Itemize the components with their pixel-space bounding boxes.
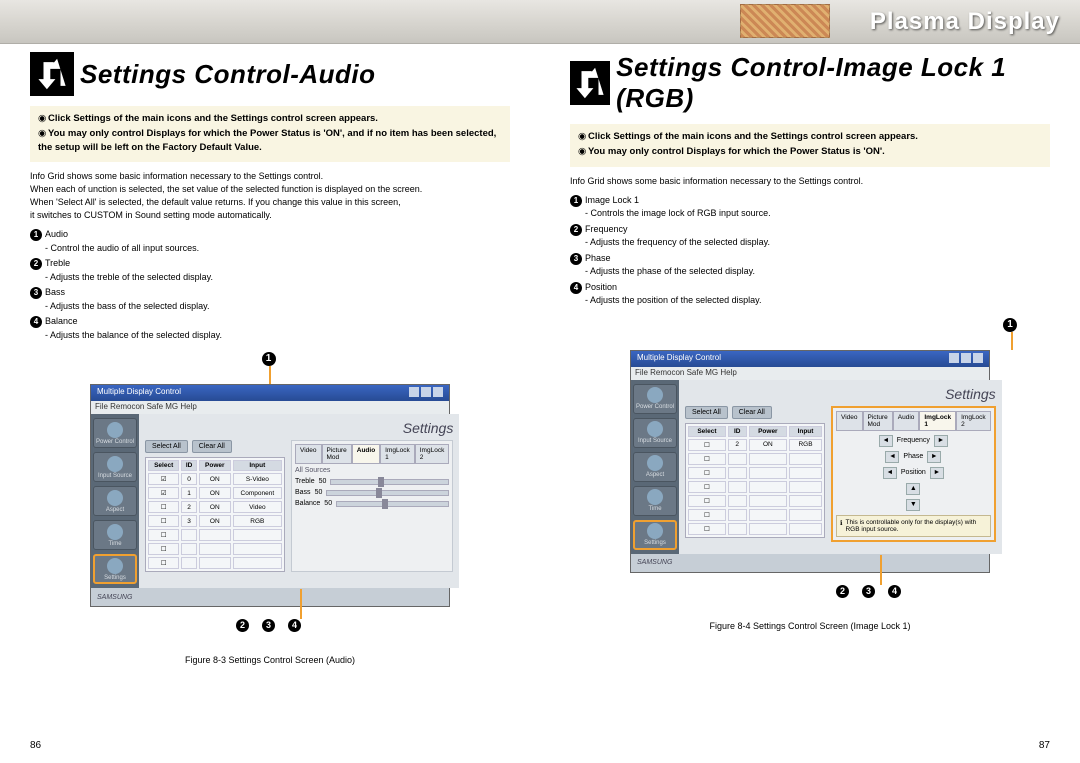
figure-caption-left: Figure 8-3 Settings Control Screen (Audi… bbox=[185, 655, 355, 665]
tabs[interactable]: Video Picture Mod Audio ImgLock 1 ImgLoc… bbox=[836, 411, 991, 431]
screenshot-audio: Multiple Display Control File Remocon Sa… bbox=[90, 384, 450, 607]
sidebar: Power Control Input Source Aspect Time S… bbox=[631, 380, 679, 554]
window-controls[interactable] bbox=[407, 387, 443, 399]
callout-2: 2 bbox=[836, 585, 849, 598]
callout-4: 4 bbox=[888, 585, 901, 598]
page-right: Settings Control-Image Lock 1 (RGB) ◉Cli… bbox=[540, 44, 1080, 763]
figure-caption-right: Figure 8-4 Settings Control Screen (Imag… bbox=[709, 621, 910, 631]
window-controls[interactable] bbox=[947, 353, 983, 365]
select-all-button[interactable]: Select All bbox=[685, 406, 728, 419]
page-number-left: 86 bbox=[30, 740, 41, 751]
tabs[interactable]: Video Picture Mod Audio ImgLock 1 ImgLoc… bbox=[295, 444, 449, 464]
table-row: ☑1ONComponent bbox=[148, 487, 282, 499]
sidebar-input[interactable]: Input Source bbox=[633, 418, 677, 448]
definition-list-right: 1Image Lock 1- Controls the image lock o… bbox=[570, 194, 1050, 310]
section-heading-left: Settings Control-Audio bbox=[80, 59, 376, 90]
section-heading-right: Settings Control-Image Lock 1 (RGB) bbox=[616, 52, 1050, 114]
menubar[interactable]: File Remocon Safe MG Help bbox=[91, 401, 449, 414]
info-message: ℹThis is controllable only for the displ… bbox=[836, 515, 991, 537]
table-row: ☑0ONS-Video bbox=[148, 473, 282, 485]
control-frequency[interactable]: ◄Frequency► bbox=[836, 435, 991, 447]
page-number-right: 87 bbox=[1039, 740, 1050, 751]
definition-list-left: 1Audio- Control the audio of all input s… bbox=[30, 228, 510, 344]
diagram-right: 1 Multiple Display Control File Remocon … bbox=[570, 318, 1050, 751]
diagram-left: 1 Multiple Display Control File Remocon … bbox=[30, 352, 510, 751]
sidebar-aspect[interactable]: Aspect bbox=[633, 452, 677, 482]
callout-4: 4 bbox=[288, 619, 301, 632]
note-box-right: ◉Click Settings of the main icons and th… bbox=[570, 124, 1050, 167]
note-box-left: ◉Click Settings of the main icons and th… bbox=[30, 106, 510, 162]
sidebar-input[interactable]: Input Source bbox=[93, 452, 137, 482]
settings-label: Settings bbox=[145, 420, 453, 436]
sidebar-time[interactable]: Time bbox=[93, 520, 137, 550]
sidebar-settings[interactable]: Settings bbox=[93, 554, 137, 584]
source-label: All Sources bbox=[295, 467, 449, 474]
control-phase[interactable]: ◄Phase► bbox=[836, 451, 991, 463]
sidebar-power[interactable]: Power Control bbox=[633, 384, 677, 414]
banner-decoration bbox=[740, 4, 830, 38]
grid-note-right: Info Grid shows some basic information n… bbox=[570, 175, 1050, 188]
callout-3: 3 bbox=[262, 619, 275, 632]
section-icon bbox=[30, 52, 74, 96]
clear-all-button[interactable]: Clear All bbox=[732, 406, 772, 419]
page-left: Settings Control-Audio ◉Click Settings o… bbox=[0, 44, 540, 763]
screenshot-imglock: Multiple Display Control File Remocon Sa… bbox=[630, 350, 990, 573]
info-grid[interactable]: SelectIDPowerInput ☐2ONRGB ☐ ☐ ☐ ☐ ☐ ☐ bbox=[685, 423, 825, 538]
slider-treble[interactable]: Treble50 bbox=[295, 478, 449, 485]
sidebar-time[interactable]: Time bbox=[633, 486, 677, 516]
top-banner: Plasma Display bbox=[0, 0, 1080, 44]
callout-3: 3 bbox=[862, 585, 875, 598]
settings-label: Settings bbox=[685, 386, 996, 402]
callout-1: 1 bbox=[1003, 318, 1017, 332]
slider-bass[interactable]: Bass50 bbox=[295, 489, 449, 496]
callout-2: 2 bbox=[236, 619, 249, 632]
slider-balance[interactable]: Balance50 bbox=[295, 500, 449, 507]
window-title: Multiple Display Control bbox=[97, 387, 181, 399]
sidebar-power[interactable]: Power Control bbox=[93, 418, 137, 448]
grid-note-left: Info Grid shows some basic information n… bbox=[30, 170, 510, 222]
section-icon bbox=[570, 61, 610, 105]
callout-1: 1 bbox=[262, 352, 276, 366]
sidebar-aspect[interactable]: Aspect bbox=[93, 486, 137, 516]
info-grid[interactable]: SelectIDPowerInput ☑0ONS-Video ☑1ONCompo… bbox=[145, 457, 285, 572]
control-position[interactable]: ◄Position► bbox=[836, 467, 991, 479]
table-row: ☐2ONVideo bbox=[148, 501, 282, 513]
sidebar: Power Control Input Source Aspect Time S… bbox=[91, 414, 139, 588]
menubar[interactable]: File Remocon Safe MG Help bbox=[631, 367, 989, 380]
table-row: ☐3ONRGB bbox=[148, 515, 282, 527]
sidebar-settings[interactable]: Settings bbox=[633, 520, 677, 550]
clear-all-button[interactable]: Clear All bbox=[192, 440, 232, 453]
select-all-button[interactable]: Select All bbox=[145, 440, 188, 453]
window-title: Multiple Display Control bbox=[637, 353, 721, 365]
table-row: ☐2ONRGB bbox=[688, 439, 822, 451]
banner-title: Plasma Display bbox=[870, 8, 1060, 36]
